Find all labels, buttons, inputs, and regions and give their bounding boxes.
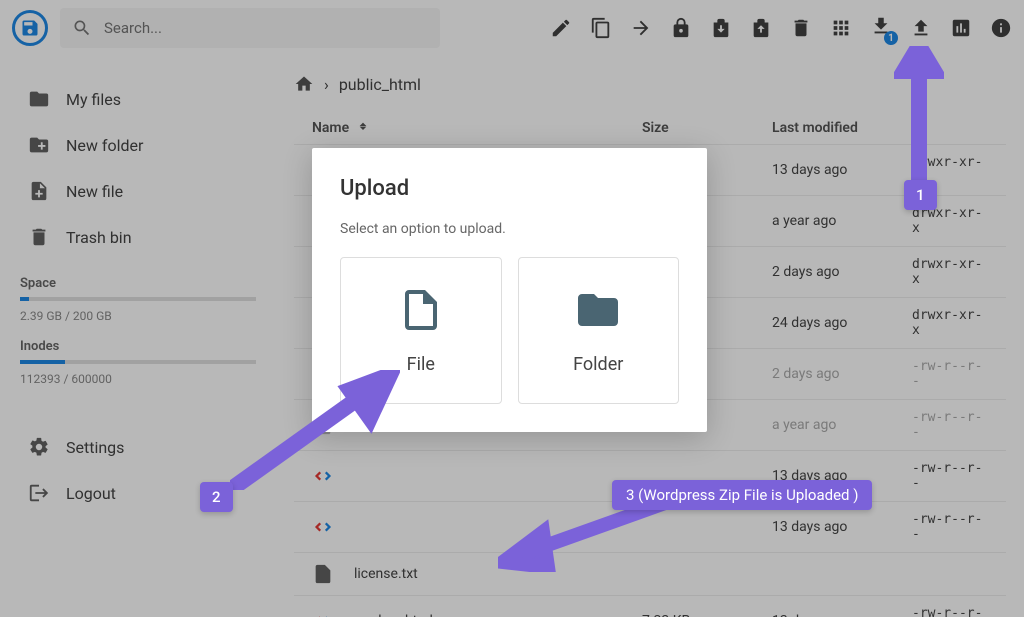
annotation-arrow-1	[894, 46, 944, 190]
modal-title: Upload	[340, 176, 679, 201]
file-icon	[397, 286, 445, 334]
upload-folder-label: Folder	[573, 354, 623, 375]
modal-subtitle: Select an option to upload.	[340, 221, 679, 237]
annotation-badge-2: 2	[200, 482, 233, 512]
annotation-text-3: 3 (Wordpress Zip File is Uploaded )	[612, 480, 872, 510]
folder-icon	[574, 286, 622, 334]
upload-file-label: File	[407, 354, 435, 375]
annotation-arrow-2	[230, 370, 400, 494]
upload-folder-option[interactable]: Folder	[518, 257, 680, 404]
annotation-badge-1: 1	[904, 180, 937, 210]
annotation-arrow-3	[498, 502, 668, 576]
